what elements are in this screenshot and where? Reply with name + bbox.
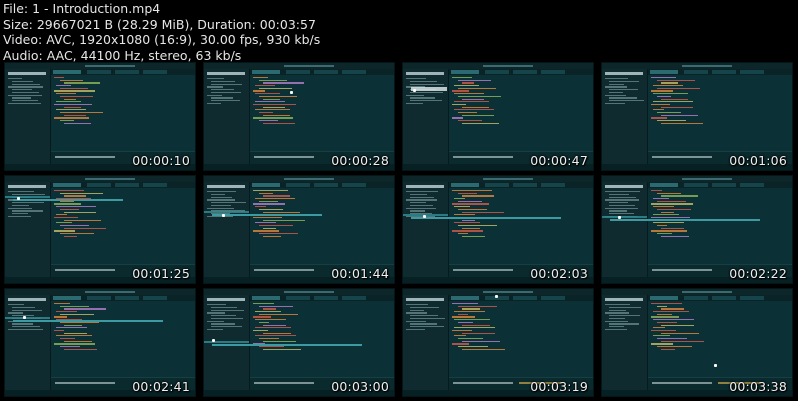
ide-file-tree xyxy=(403,295,449,396)
video-thumbnail: 00:03:19 xyxy=(402,288,594,397)
ide-code-editor xyxy=(651,77,788,152)
ide-tab-bar xyxy=(449,69,593,75)
context-menu-highlight xyxy=(610,219,760,221)
ide-code-editor xyxy=(651,303,788,378)
thumbnail-timestamp: 00:02:03 xyxy=(530,266,588,281)
video-thumbnail: 00:00:10 xyxy=(4,62,196,171)
file-size-line: Size: 29667021 B (28.29 MiB), Duration: … xyxy=(3,16,316,32)
tree-selection xyxy=(5,317,50,319)
mouse-pointer-icon xyxy=(222,214,225,217)
video-thumbnail: 00:02:03 xyxy=(402,175,594,284)
ide-file-tree xyxy=(5,69,51,170)
ide-tab-bar xyxy=(648,69,792,75)
video-thumbnail: 00:03:38 xyxy=(601,288,793,397)
ide-tab-bar xyxy=(51,295,195,301)
ide-file-tree xyxy=(403,69,449,170)
ide-code-editor xyxy=(253,190,390,265)
video-thumbnail: 00:00:47 xyxy=(402,62,594,171)
thumbnail-timestamp: 00:02:22 xyxy=(729,266,787,281)
thumbnail-timestamp: 00:00:28 xyxy=(331,153,389,168)
thumbnail-timestamp: 00:00:47 xyxy=(530,153,588,168)
ide-file-tree xyxy=(602,182,648,283)
mouse-pointer-icon xyxy=(17,197,20,200)
mouse-pointer-icon xyxy=(714,364,717,367)
ide-tab-bar xyxy=(250,182,394,188)
ide-file-tree xyxy=(403,182,449,283)
tree-selection xyxy=(204,341,249,343)
popup-menu xyxy=(411,87,447,91)
ide-code-editor xyxy=(54,190,191,265)
video-info-line: Video: AVC, 1920x1080 (16:9), 30.00 fps,… xyxy=(3,32,321,47)
ide-file-tree xyxy=(602,69,648,170)
context-menu-highlight xyxy=(13,320,163,322)
video-thumbnail: 00:01:44 xyxy=(203,175,395,284)
thumbnail-timestamp: 00:03:00 xyxy=(331,379,389,394)
mouse-pointer-icon xyxy=(290,91,293,94)
ide-code-editor xyxy=(452,303,589,378)
ide-tab-bar xyxy=(449,182,593,188)
ide-code-editor xyxy=(54,77,191,152)
audio-info-line: Audio: AAC, 44100 Hz, stereo, 63 kb/s xyxy=(3,47,242,63)
tree-selection xyxy=(204,211,249,213)
ide-code-editor xyxy=(452,77,589,152)
ide-tab-bar xyxy=(51,69,195,75)
thumbnail-timestamp: 00:03:38 xyxy=(729,379,787,394)
ide-tab-bar xyxy=(250,295,394,301)
context-menu-highlight xyxy=(212,214,322,216)
thumbnail-timestamp: 00:01:06 xyxy=(729,153,787,168)
ide-code-editor xyxy=(253,303,390,378)
ide-code-editor xyxy=(452,190,589,265)
ide-tab-bar xyxy=(449,295,593,301)
thumbnail-timestamp: 00:02:41 xyxy=(132,379,190,394)
tree-selection xyxy=(5,196,50,198)
video-thumbnail: 00:01:06 xyxy=(601,62,793,171)
context-menu-highlight xyxy=(411,217,561,219)
ide-tab-bar xyxy=(648,295,792,301)
ide-file-tree xyxy=(5,295,51,396)
ide-file-tree xyxy=(204,182,250,283)
mouse-pointer-icon xyxy=(23,316,26,319)
ide-tab-bar xyxy=(51,182,195,188)
mouse-pointer-icon xyxy=(618,216,621,219)
thumbnail-timestamp: 00:00:10 xyxy=(132,153,190,168)
ide-file-tree xyxy=(602,295,648,396)
file-info: File: 1 - Introduction.mp4 Size: 29667021… xyxy=(3,1,320,63)
mouse-pointer-icon xyxy=(423,215,426,218)
ide-tab-bar xyxy=(250,69,394,75)
ide-code-editor xyxy=(253,77,390,152)
mouse-pointer-icon xyxy=(413,89,416,92)
video-thumbnail: 00:03:00 xyxy=(203,288,395,397)
thumbnail-grid: 00:00:10 00:00:28 00:00:47 00:01:06 00:01:25… xyxy=(0,62,798,401)
video-thumbnail: 00:01:25 xyxy=(4,175,196,284)
thumbnail-timestamp: 00:01:25 xyxy=(132,266,190,281)
ide-file-tree xyxy=(204,69,250,170)
video-thumbnail: 00:02:22 xyxy=(601,175,793,284)
ide-code-editor xyxy=(54,303,191,378)
mouse-pointer-icon xyxy=(495,295,498,298)
thumbnail-timestamp: 00:01:44 xyxy=(331,266,389,281)
ide-code-editor xyxy=(651,190,788,265)
context-menu-highlight xyxy=(13,199,123,201)
video-thumbnail: 00:02:41 xyxy=(4,288,196,397)
tree-selection xyxy=(602,216,647,218)
context-menu-highlight xyxy=(212,344,362,346)
thumbnail-timestamp: 00:03:19 xyxy=(530,379,588,394)
ide-tab-bar xyxy=(648,182,792,188)
mouse-pointer-icon xyxy=(212,339,215,342)
file-name-line: File: 1 - Introduction.mp4 xyxy=(3,1,161,16)
video-thumbnail: 00:00:28 xyxy=(203,62,395,171)
